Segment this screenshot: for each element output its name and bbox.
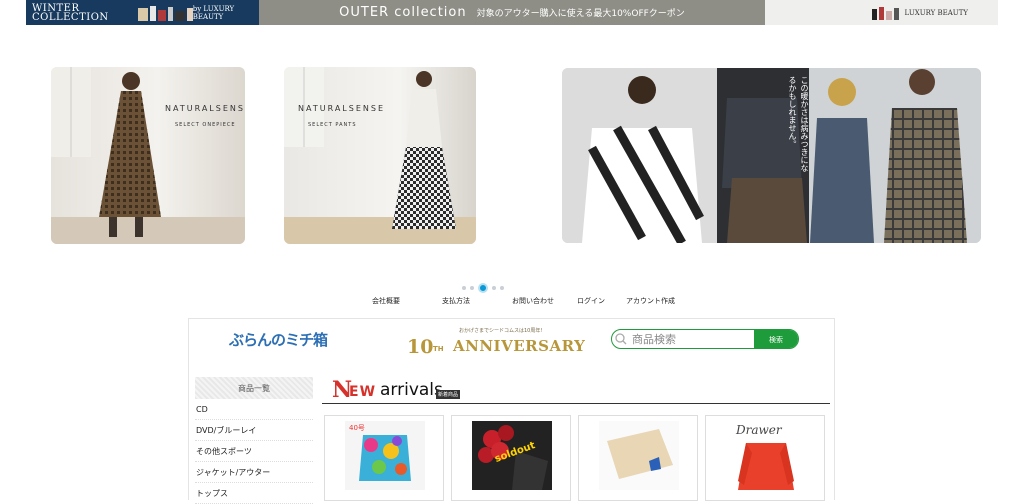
product-image[interactable]: Drawer (726, 421, 806, 490)
nav-payment[interactable]: 支払方法 (442, 296, 470, 306)
carousel-dots[interactable] (462, 283, 504, 293)
top-nav: 会社概要 支払方法 お問い合わせ ログイン アカウント作成 (0, 296, 1024, 308)
carousel-dot[interactable] (462, 286, 466, 290)
cosmetics-image-small (871, 6, 899, 20)
product-card[interactable]: soldout (451, 415, 571, 501)
nav-create-account[interactable]: アカウント作成 (626, 296, 675, 306)
product-size-label: 40号 (349, 424, 365, 432)
anniversary-banner: おかげさまでシードコムスは10周年! 10 TH ANNIVERSARY (407, 325, 585, 358)
top-banner[interactable]: WINTER COLLECTION by LUXURY BEAUTY OUTER… (26, 0, 998, 25)
sidebar-item-jacket[interactable]: ジャケット/アウター (195, 463, 313, 483)
shop-panel: ぶらんのミチ箱 おかげさまでシードコムスは10周年! 10 TH ANNIVER… (188, 318, 835, 504)
search-box: 検索 (611, 329, 799, 349)
model-photo-outer (562, 68, 981, 243)
carousel-slide-outer[interactable]: この暖かさは病みつきになるかもしれません。 (562, 68, 981, 243)
banner-winter-title: WINTER COLLECTION (32, 2, 109, 23)
sidebar-item-dvd[interactable]: DVD/ブルーレイ (195, 421, 313, 441)
banner-outer-collection[interactable]: OUTER collection 対象のアウター購入に使える最大10%OFFクー… (259, 0, 765, 25)
product-card[interactable] (578, 415, 698, 501)
carousel-dot[interactable] (500, 286, 504, 290)
model-photo-pants (284, 67, 476, 244)
nav-login[interactable]: ログイン (577, 296, 605, 306)
sidebar-item-sports[interactable]: その他スポーツ (195, 442, 313, 462)
search-input[interactable] (630, 330, 754, 348)
banner-outer-sub: 対象のアウター購入に使える最大10%OFFクーポン (476, 9, 685, 19)
banner-luxury-beauty[interactable]: LUXURY BEAUTY (765, 0, 998, 25)
banner-outer-title: OUTER collection (339, 5, 467, 20)
slide-title: NATURALSENSE (165, 104, 245, 113)
sidebar-heading: 商品一覧 (195, 377, 313, 399)
carousel-dot[interactable] (470, 286, 474, 290)
search-button[interactable]: 検索 (754, 330, 798, 348)
nav-company[interactable]: 会社概要 (372, 296, 400, 306)
new-arrivals-title-rest: arrivals (380, 380, 443, 400)
product-image[interactable]: 40号 (345, 421, 425, 490)
category-sidebar: 商品一覧 CD DVD/ブルーレイ その他スポーツ ジャケット/アウター トップ… (195, 377, 313, 504)
carousel-dot-active[interactable] (478, 283, 488, 293)
model-photo-onepiece (51, 67, 245, 244)
slide-subtitle: SELECT ONEPIECE (175, 122, 236, 128)
search-icon (612, 330, 630, 348)
slide-caption: この暖かさは病みつきになるかもしれません。 (788, 76, 809, 172)
sidebar-item-tops[interactable]: トップス (195, 484, 313, 504)
anniversary-word: ANNIVERSARY (453, 337, 586, 355)
new-arrivals-title-ew: EW (349, 384, 377, 400)
product-image[interactable]: soldout (472, 421, 552, 490)
banner-winter-collection[interactable]: WINTER COLLECTION by LUXURY BEAUTY (26, 0, 259, 25)
anniversary-top-text: おかげさまでシードコムスは10周年! (459, 328, 543, 334)
slide-subtitle: SELECT PANTS (308, 122, 357, 128)
banner-luxury-brand: LUXURY BEAUTY (904, 8, 968, 17)
shop-logo[interactable]: ぶらんのミチ箱 (229, 329, 328, 350)
product-brand-label: Drawer (736, 423, 782, 437)
anniversary-suffix: TH (433, 345, 444, 353)
new-arrivals-tag: 新着商品 (436, 390, 461, 399)
carousel-dot[interactable] (492, 286, 496, 290)
anniversary-number: 10 (407, 336, 434, 358)
carousel-slide-pants[interactable]: NATURALSENSE SELECT PANTS (284, 67, 476, 244)
cosmetics-image (137, 5, 193, 21)
product-card[interactable]: 40号 (324, 415, 444, 501)
carousel-slide-onepiece[interactable]: NATURALSENSE SELECT ONEPIECE (51, 67, 245, 244)
sidebar-item-cd[interactable]: CD (195, 400, 313, 420)
slide-title: NATURALSENSE (298, 104, 385, 113)
nav-contact[interactable]: お問い合わせ (512, 296, 554, 306)
product-card[interactable]: Drawer (705, 415, 825, 501)
banner-luxury-label: by LUXURY BEAUTY (192, 4, 235, 21)
product-image[interactable] (599, 421, 679, 490)
new-arrivals-header: N EW arrivals 新着商品 (322, 377, 830, 404)
